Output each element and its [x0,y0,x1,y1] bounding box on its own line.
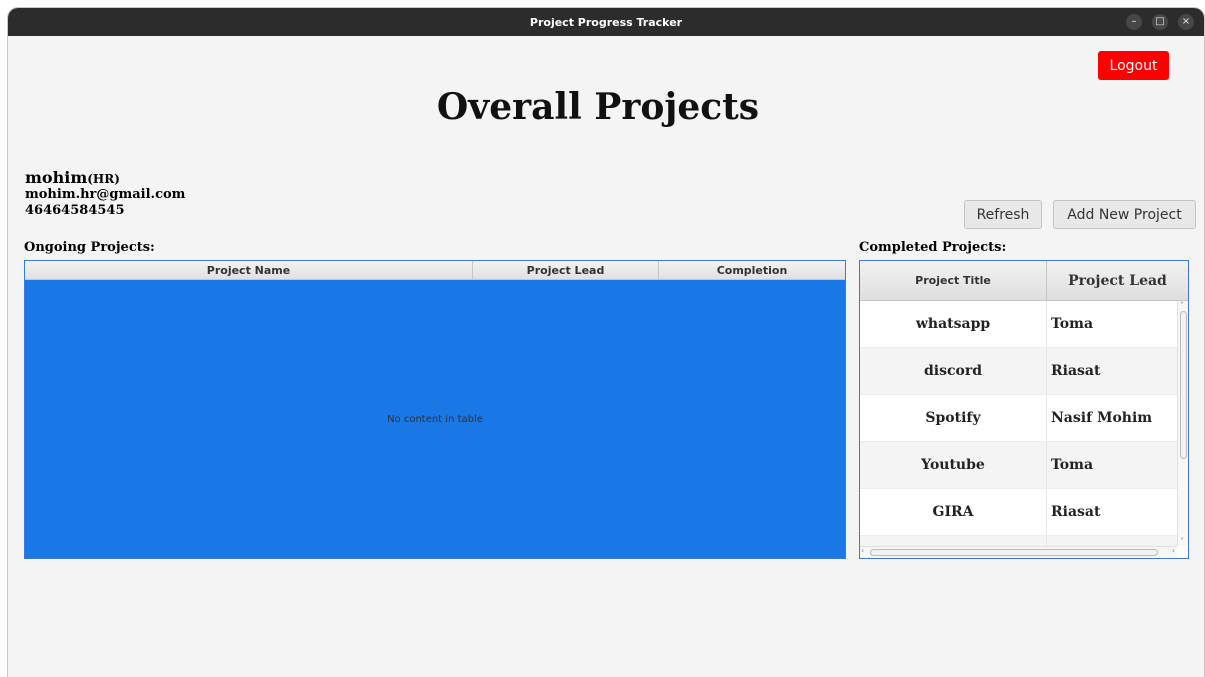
completed-projects-label: Completed Projects: [859,240,1007,255]
table-header: Project Title Project Lead [860,261,1188,301]
ongoing-projects-table[interactable]: Project Name Project Lead Completion No … [24,260,846,559]
cell-project-lead: Riasat [1051,504,1101,520]
column-header-project-title[interactable]: Project Title [860,261,1047,300]
user-phone: 46464584545 [25,203,125,218]
cell-project-title [860,536,1047,546]
table-row[interactable]: discord Riasat [860,348,1177,395]
user-name: mohim [25,168,88,187]
user-role: (HR) [87,172,120,186]
user-name-line: mohim(HR) [25,168,185,187]
window-title: Project Progress Tracker [529,15,683,29]
column-header-project-name[interactable]: Project Name [25,261,473,279]
horizontal-scrollbar[interactable]: ‹ › [860,546,1177,558]
table-row[interactable]: Youtube Toma [860,442,1177,489]
scroll-left-icon[interactable]: ‹ [861,546,864,555]
window-controls: – □ × [1126,14,1194,30]
logout-button[interactable]: Logout [1098,51,1169,80]
completed-projects-table[interactable]: Project Title Project Lead whatsapp Toma… [859,260,1189,559]
horizontal-scroll-thumb[interactable] [870,549,1158,556]
close-icon[interactable]: × [1178,14,1194,30]
cell-project-title: GIRA [860,489,1047,535]
cell-project-lead [1047,536,1177,546]
scroll-down-icon[interactable]: ˅ [1180,537,1184,546]
maximize-icon[interactable]: □ [1152,14,1168,30]
column-header-project-lead[interactable]: Project Lead [473,261,659,279]
cell-project-lead: Riasat [1051,363,1101,379]
app-window: Project Progress Tracker – □ × Logout Ov… [8,8,1204,677]
page-title: Overall Projects [436,86,760,128]
vertical-scrollbar[interactable]: ˄ ˅ [1177,301,1188,546]
cell-project-title: whatsapp [860,301,1047,347]
table-row[interactable] [860,536,1177,546]
user-email: mohim.hr@gmail.com [25,187,186,202]
table-header: Project Name Project Lead Completion [25,261,845,280]
table-body: whatsapp Toma discord Riasat Spotify Nas… [860,301,1177,546]
scroll-up-icon[interactable]: ˄ [1180,301,1184,310]
cell-project-lead: Toma [1051,457,1094,473]
cell-project-title: discord [860,348,1047,394]
title-bar: Project Progress Tracker – □ × [8,8,1204,36]
empty-table-message: No content in table [387,413,483,425]
table-row[interactable]: whatsapp Toma [860,301,1177,348]
table-row[interactable]: GIRA Riasat [860,489,1177,536]
column-header-completion[interactable]: Completion [659,261,845,279]
cell-project-title: Youtube [860,442,1047,488]
ongoing-projects-label: Ongoing Projects: [24,240,155,255]
cell-project-lead: Toma [1051,316,1094,332]
refresh-button[interactable]: Refresh [964,200,1042,229]
vertical-scroll-thumb[interactable] [1180,311,1187,459]
minimize-icon[interactable]: – [1126,14,1142,30]
cell-project-lead: Nasif Mohim [1051,410,1153,426]
scroll-right-icon[interactable]: › [1172,546,1175,555]
user-info: mohim(HR) mohim.hr@gmail.com 46464584545 [25,168,185,219]
cell-project-title: Spotify [860,395,1047,441]
main-content: Logout Overall Projects mohim(HR) mohim.… [8,36,1204,677]
column-header-project-lead[interactable]: Project Lead [1047,261,1188,300]
add-new-project-button[interactable]: Add New Project [1053,200,1196,229]
table-row[interactable]: Spotify Nasif Mohim [860,395,1177,442]
